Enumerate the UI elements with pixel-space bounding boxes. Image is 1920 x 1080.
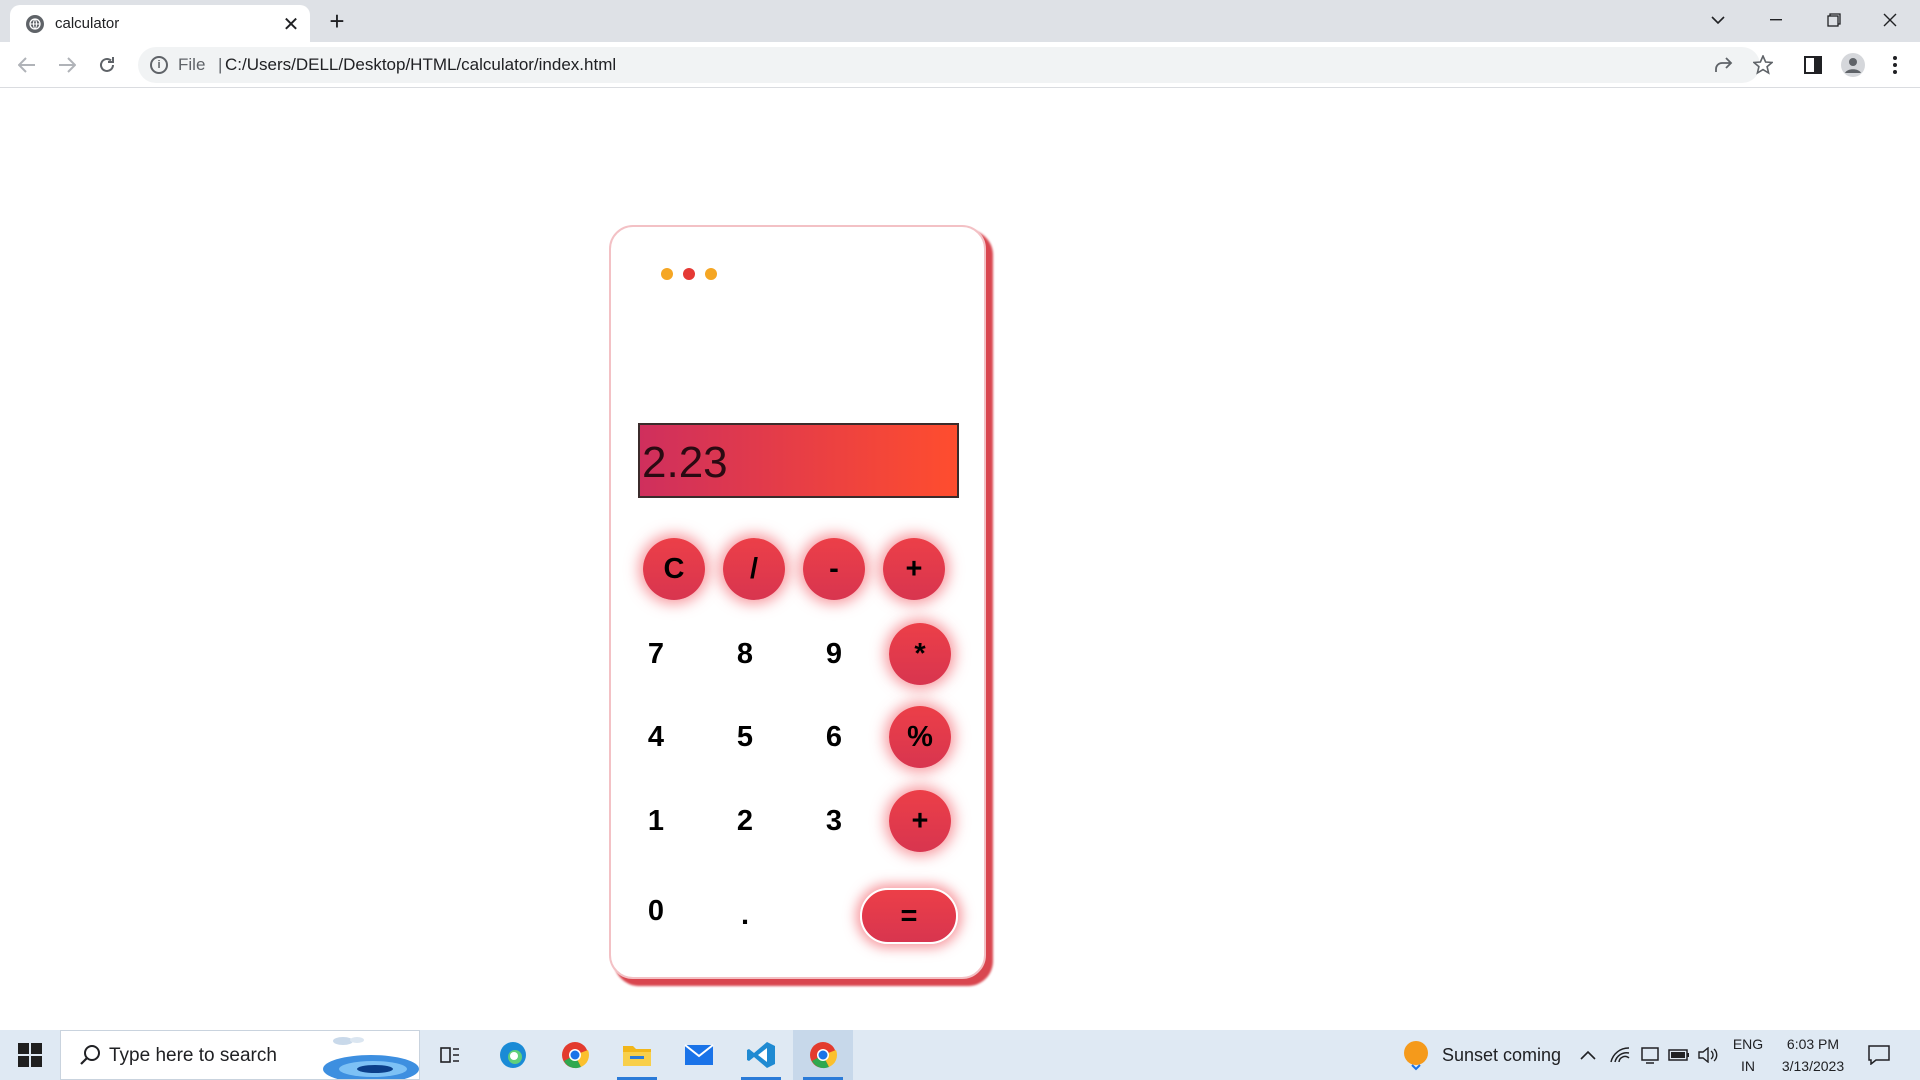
digit-3-button[interactable]: 3 (809, 796, 859, 846)
subtract-button[interactable]: - (803, 538, 865, 600)
clear-button[interactable]: C (643, 538, 705, 600)
calculator-display[interactable]: 2.23 (638, 423, 959, 498)
new-tab-button[interactable]: + (322, 6, 352, 36)
url-text[interactable]: C:/Users/DELL/Desktop/HTML/calculator/in… (225, 55, 616, 75)
reload-icon[interactable] (92, 50, 122, 80)
notifications-icon[interactable] (1868, 1030, 1890, 1080)
digit-9-button[interactable]: 9 (809, 629, 859, 679)
window-dot (683, 268, 695, 280)
calculator-card: 2.23 C / - + 7 8 9 * 4 5 6 % 1 2 3 + 0 .… (609, 225, 986, 979)
forward-icon[interactable] (52, 50, 82, 80)
globe-icon (26, 15, 44, 33)
clock[interactable]: 6:03 PM 3/13/2023 (1770, 1033, 1856, 1077)
tab-close-icon[interactable]: ✕ (280, 13, 302, 36)
active-tab[interactable]: calculator ✕ (10, 5, 310, 42)
file-explorer-icon[interactable] (607, 1030, 667, 1080)
digit-1-button[interactable]: 1 (631, 796, 681, 846)
wifi-icon[interactable] (1610, 1030, 1630, 1080)
window-dot (661, 268, 673, 280)
bookmark-star-icon[interactable] (1748, 50, 1778, 80)
search-placeholder: Type here to search (109, 1045, 277, 1066)
close-window-icon[interactable] (1862, 0, 1918, 40)
windows-start-icon[interactable] (10, 1040, 50, 1070)
region-code: IN (1741, 1058, 1755, 1074)
battery-icon[interactable] (1668, 1030, 1690, 1080)
clock-time: 6:03 PM (1786, 1036, 1840, 1052)
digit-0-button[interactable]: 0 (631, 886, 681, 936)
volume-icon[interactable] (1698, 1030, 1718, 1080)
multiply-button[interactable]: * (889, 623, 951, 685)
info-icon[interactable]: i (150, 56, 168, 74)
tab-search-icon[interactable] (1690, 0, 1746, 40)
digit-6-button[interactable]: 6 (809, 712, 859, 762)
digit-2-button[interactable]: 2 (720, 796, 770, 846)
language-indicator[interactable]: ENG IN (1728, 1033, 1768, 1077)
window-dot (705, 268, 717, 280)
edge-browser-icon[interactable] (483, 1030, 543, 1080)
mail-icon[interactable] (669, 1030, 729, 1080)
divide-button[interactable]: / (723, 538, 785, 600)
equals-button[interactable]: = (860, 888, 958, 944)
side-panel-icon[interactable] (1798, 50, 1828, 80)
digit-8-button[interactable]: 8 (720, 629, 770, 679)
vscode-icon[interactable] (731, 1030, 791, 1080)
display-value: 2.23 (642, 438, 728, 487)
sunset-icon (1404, 1041, 1428, 1071)
add-button[interactable]: + (883, 538, 945, 600)
show-hidden-icons-icon[interactable] (1580, 1030, 1596, 1080)
task-view-icon[interactable] (420, 1030, 480, 1080)
profile-avatar-icon[interactable] (1838, 50, 1868, 80)
digit-5-button[interactable]: 5 (720, 712, 770, 762)
windows-taskbar: Type here to search Sunset coming ENG IN… (0, 1030, 1920, 1080)
search-highlight-art-icon (323, 1037, 419, 1079)
plus-button[interactable]: + (889, 790, 951, 852)
browser-toolbar: i File | C:/Users/DELL/Desktop/HTML/calc… (0, 42, 1920, 88)
network-icon[interactable] (1640, 1030, 1660, 1080)
file-label: File (178, 55, 206, 74)
chrome-icon[interactable] (545, 1030, 605, 1080)
digit-4-button[interactable]: 4 (631, 712, 681, 762)
menu-kebab-icon[interactable] (1880, 50, 1910, 80)
back-icon[interactable] (12, 50, 42, 80)
weather-widget[interactable]: Sunset coming (1400, 1030, 1561, 1080)
tab-strip: calculator ✕ + (0, 0, 1920, 42)
restore-icon[interactable] (1806, 0, 1862, 40)
clock-date: 3/13/2023 (1781, 1058, 1845, 1074)
taskbar-search-box[interactable]: Type here to search (60, 1030, 420, 1080)
digit-7-button[interactable]: 7 (631, 629, 681, 679)
separator: | (218, 55, 223, 74)
chrome-active-icon[interactable] (793, 1030, 853, 1080)
weather-text: Sunset coming (1442, 1044, 1562, 1065)
percent-button[interactable]: % (889, 706, 951, 768)
address-bar[interactable]: i File | C:/Users/DELL/Desktop/HTML/calc… (138, 47, 1760, 83)
decimal-button[interactable]: . (720, 890, 770, 940)
language-code: ENG (1732, 1036, 1764, 1052)
tab-title: calculator (55, 15, 120, 32)
minimize-icon[interactable] (1748, 0, 1804, 40)
search-icon (80, 1045, 100, 1065)
share-icon[interactable] (1708, 50, 1738, 80)
